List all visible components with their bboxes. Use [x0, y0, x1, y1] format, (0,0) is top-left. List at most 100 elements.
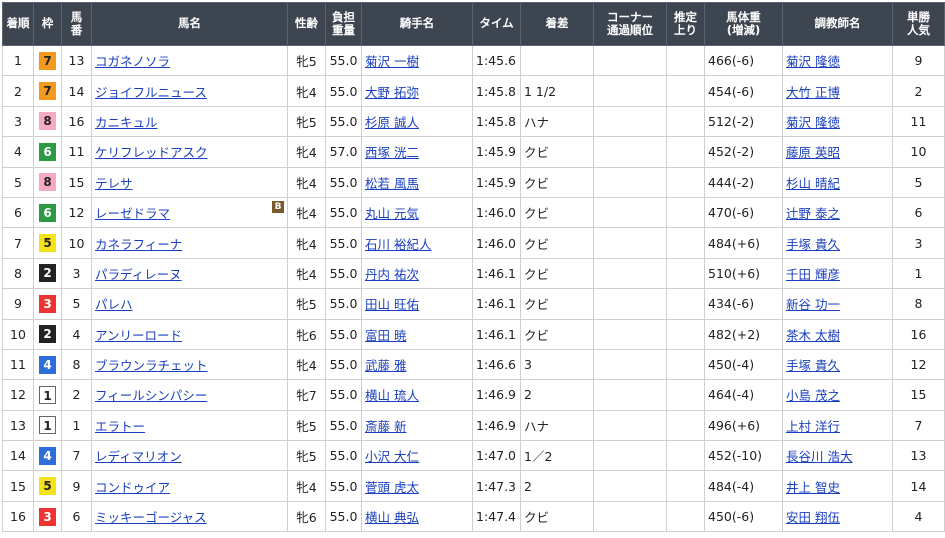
- header-agari: 推定 上り: [666, 2, 705, 46]
- horse-link[interactable]: テレサ: [95, 176, 133, 191]
- jockey-link[interactable]: 斎藤 新: [365, 419, 406, 434]
- header-sex-age: 性齢: [287, 2, 326, 46]
- sex-age-cell: 牝7: [287, 379, 326, 411]
- trainer-link[interactable]: 上村 洋行: [786, 419, 840, 434]
- corner-cell: [593, 196, 667, 229]
- table-row: 4 6 11 ケリフレッドアスク 牝4 57.0 西塚 洸二 1:45.9 クビ 452(-2) 藤…: [2, 136, 945, 168]
- waku-cell: 7: [33, 44, 62, 77]
- trainer-link[interactable]: 手塚 貴久: [786, 358, 840, 373]
- jockey-link[interactable]: 横山 典弘: [365, 510, 419, 525]
- waku-badge: 5: [39, 477, 56, 496]
- horse-link[interactable]: パラディレーヌ: [95, 267, 182, 282]
- trainer-link[interactable]: 辻野 泰之: [786, 206, 840, 221]
- table-row: 3 8 16 カニキュル 牝5 55.0 杉原 誠人 1:45.8 ハナ 512(-2) 菊沢 隆徳…: [2, 105, 945, 138]
- race-result-table: 着順 枠 馬番 馬名 性齢 負担 重量 騎手名 タイム 着差 コーナー 通過順位 推…: [2, 2, 945, 533]
- trainer-link[interactable]: 杉山 晴紀: [786, 176, 840, 191]
- jockey-link[interactable]: 大野 拓弥: [365, 85, 419, 100]
- number-cell: 5: [61, 288, 92, 320]
- trainer-link[interactable]: 安田 翔伍: [786, 510, 840, 525]
- horse-link[interactable]: ミッキーゴージャス: [95, 510, 207, 525]
- corner-cell: [593, 288, 667, 320]
- jockey-link[interactable]: 菊沢 一樹: [365, 54, 419, 69]
- jockey-link[interactable]: 松若 風馬: [365, 176, 419, 191]
- jockey-link[interactable]: 小沢 大仁: [365, 449, 419, 464]
- rank-cell: 4: [2, 136, 34, 168]
- trainer-link[interactable]: 菊沢 隆徳: [786, 115, 840, 130]
- number-cell: 16: [61, 105, 92, 138]
- corner-cell: [593, 318, 667, 350]
- margin-cell: 3: [520, 348, 594, 381]
- horse-link[interactable]: アンリーロード: [95, 328, 182, 343]
- jockey-link[interactable]: 菅頭 虎太: [365, 480, 419, 495]
- margin-cell: クビ: [520, 136, 594, 168]
- trainer-link[interactable]: 小島 茂之: [786, 388, 840, 403]
- horse-link[interactable]: ケリフレッドアスク: [95, 145, 208, 160]
- sex-age-cell: 牝5: [287, 440, 326, 472]
- trainer-link[interactable]: 井上 智史: [786, 480, 840, 495]
- jockey-link[interactable]: 丹内 祐次: [365, 267, 419, 282]
- horse-link[interactable]: エラトー: [95, 419, 145, 434]
- margin-cell: 2: [520, 470, 594, 502]
- trainer-link[interactable]: 千田 輝彦: [786, 267, 840, 282]
- horse-link[interactable]: レーゼドラマ: [95, 206, 170, 221]
- trainer-link[interactable]: 新谷 功一: [786, 297, 840, 312]
- trainer-link[interactable]: 菊沢 隆徳: [786, 54, 840, 69]
- agari-cell: [666, 44, 705, 77]
- jockey-link[interactable]: 田山 旺佑: [365, 297, 419, 312]
- waku-badge: 8: [39, 173, 56, 192]
- horse-link[interactable]: ジョイフルニュース: [95, 85, 207, 100]
- horse-link[interactable]: カネラフィーナ: [95, 237, 182, 252]
- agari-cell: [666, 227, 705, 259]
- horse-cell: ジョイフルニュース: [91, 75, 288, 107]
- trainer-link[interactable]: 茶木 太樹: [786, 328, 840, 343]
- jockey-link[interactable]: 杉原 誠人: [365, 115, 419, 130]
- horse-cell: ミッキーゴージャス: [91, 500, 288, 533]
- waku-badge: 6: [39, 142, 56, 161]
- number-cell: 15: [61, 166, 92, 198]
- time-cell: 1:47.0: [472, 440, 521, 472]
- horse-link[interactable]: パレハ: [95, 297, 133, 312]
- jockey-link[interactable]: 横山 琉人: [365, 388, 419, 403]
- margin-cell: クビ: [520, 196, 594, 229]
- corner-cell: [593, 348, 667, 381]
- trainer-link[interactable]: 手塚 貴久: [786, 237, 840, 252]
- body-weight-cell: 512(-2): [704, 105, 783, 138]
- waku-cell: 4: [33, 348, 62, 381]
- horse-link[interactable]: レディマリオン: [95, 449, 182, 464]
- trainer-link[interactable]: 大竹 正博: [786, 85, 840, 100]
- weight-cell: 57.0: [325, 136, 362, 168]
- body-weight-cell: 452(-2): [704, 136, 783, 168]
- margin-cell: クビ: [520, 166, 594, 198]
- waku-badge: 7: [39, 82, 56, 101]
- trainer-cell: 手塚 貴久: [782, 348, 893, 381]
- horse-link[interactable]: コガネノソラ: [95, 54, 170, 69]
- agari-cell: [666, 348, 705, 381]
- jockey-link[interactable]: 武藤 雅: [365, 358, 406, 373]
- horse-link[interactable]: フィールシンパシー: [95, 388, 207, 403]
- horse-link[interactable]: ブラウンラチェット: [95, 358, 208, 373]
- agari-cell: [666, 136, 705, 168]
- time-cell: 1:46.6: [472, 348, 521, 381]
- jockey-link[interactable]: 石川 裕紀人: [365, 237, 431, 252]
- jockey-cell: 横山 典弘: [361, 500, 473, 533]
- rank-cell: 11: [2, 348, 34, 381]
- horse-link[interactable]: コンドゥイア: [95, 480, 170, 495]
- horse-cell: コガネノソラ: [91, 44, 288, 77]
- horse-cell: ケリフレッドアスク: [91, 136, 288, 168]
- time-cell: 1:46.9: [472, 379, 521, 411]
- body-weight-cell: 496(+6): [704, 409, 783, 442]
- jockey-link[interactable]: 富田 暁: [365, 328, 406, 343]
- rank-cell: 10: [2, 318, 34, 350]
- jockey-link[interactable]: 丸山 元気: [365, 206, 419, 221]
- jockey-link[interactable]: 西塚 洸二: [365, 145, 419, 160]
- horse-link[interactable]: カニキュル: [95, 115, 158, 130]
- body-weight-cell: 466(-6): [704, 44, 783, 77]
- trainer-link[interactable]: 長谷川 浩大: [786, 449, 852, 464]
- margin-cell: クビ: [520, 227, 594, 259]
- horse-cell: レーゼドラマ B: [91, 196, 288, 229]
- trainer-link[interactable]: 藤原 英昭: [786, 145, 840, 160]
- weight-cell: 55.0: [325, 196, 362, 229]
- table-row: 7 5 10 カネラフィーナ 牝4 55.0 石川 裕紀人 1:46.0 クビ 484(+6) 手塚…: [2, 227, 945, 259]
- jockey-cell: 小沢 大仁: [361, 440, 473, 472]
- sex-age-cell: 牝5: [287, 409, 326, 442]
